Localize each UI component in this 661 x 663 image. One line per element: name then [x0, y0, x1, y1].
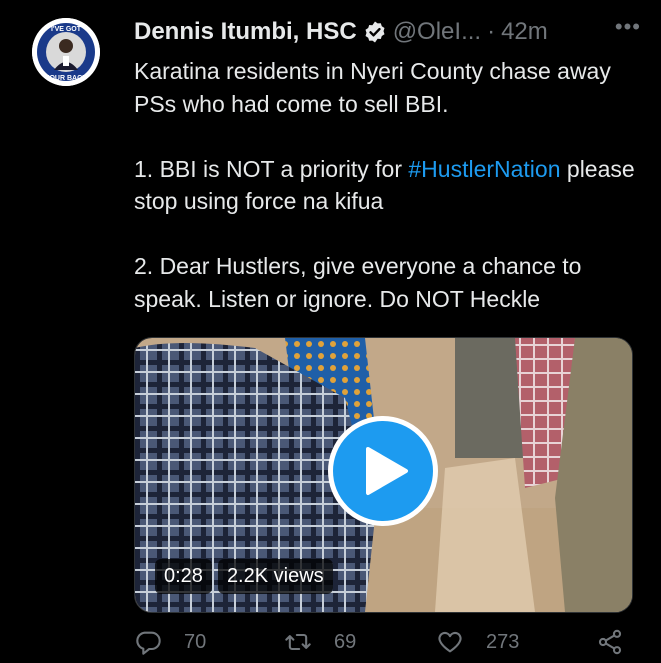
like-icon: [438, 631, 462, 653]
more-icon[interactable]: •••: [615, 14, 641, 40]
reply-count: 70: [184, 630, 207, 653]
tweet-text-line: 1. BBI is NOT a priority for #HustlerNat…: [134, 153, 644, 218]
author-name[interactable]: Dennis Itumbi, HSC: [134, 18, 357, 46]
avatar[interactable]: I'VE GOT YOUR BACK: [32, 18, 100, 86]
tweet-text-line: Karatina residents in Nyeri County chase…: [134, 58, 611, 117]
reply-icon: [136, 631, 161, 655]
tweet-header: Dennis Itumbi, HSC @OleI... · 42m •••: [134, 14, 641, 50]
tweet-text-fragment: 1. BBI is NOT a priority for: [134, 155, 409, 182]
separator-dot: ·: [487, 18, 496, 45]
reply-button[interactable]: 70: [134, 628, 206, 656]
retweet-count: 69: [334, 630, 357, 653]
share-icon: [598, 629, 622, 655]
video-duration: 0:28: [155, 559, 212, 594]
retweet-button[interactable]: 69: [284, 628, 356, 656]
video-views: 2.2K views: [217, 559, 333, 594]
tweet-text-line: 2. Dear Hustlers, give everyone a chance…: [134, 253, 582, 312]
tweet-actions: 70 69 273: [134, 628, 631, 662]
play-button[interactable]: [328, 416, 438, 526]
avatar-text-top: I'VE GOT: [51, 26, 82, 33]
like-button[interactable]: 273: [436, 628, 519, 656]
timestamp[interactable]: 42m: [501, 18, 548, 46]
hashtag-link[interactable]: #HustlerNation: [408, 156, 560, 182]
retweet-icon: [285, 633, 311, 651]
share-button[interactable]: [596, 628, 624, 656]
author-handle[interactable]: @OleI...: [393, 18, 481, 46]
verified-badge-icon: [363, 20, 387, 44]
avatar-text-bottom: YOUR BACK: [45, 75, 87, 82]
play-icon: [366, 447, 408, 495]
like-count: 273: [486, 630, 520, 653]
video-info: 0:28 2.2K views: [155, 559, 333, 594]
tweet-text: Karatina residents in Nyeri County chase…: [134, 55, 644, 315]
video-player[interactable]: 0:28 2.2K views: [134, 337, 633, 613]
